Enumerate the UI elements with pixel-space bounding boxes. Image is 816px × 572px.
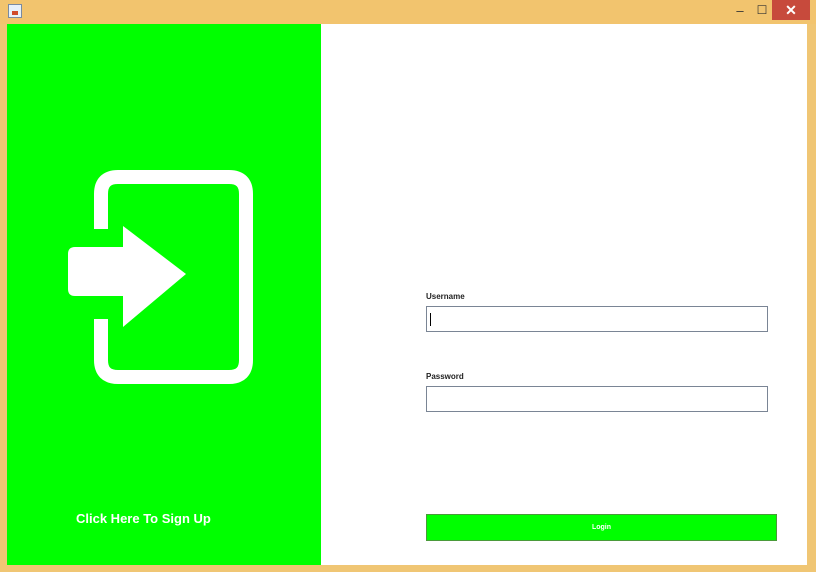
window-bottom-border	[0, 565, 816, 572]
close-button[interactable]: ✕	[772, 0, 810, 20]
signup-panel: Click Here To Sign Up	[7, 24, 321, 565]
password-label: Password	[426, 372, 464, 381]
signup-link[interactable]: Click Here To Sign Up	[76, 511, 211, 526]
title-bar: ‒ ☐ ✕	[0, 0, 816, 24]
sign-in-icon	[68, 170, 253, 384]
password-field[interactable]	[426, 386, 768, 412]
username-label: Username	[426, 292, 465, 301]
window-content: Click Here To Sign Up Username Password …	[7, 24, 807, 565]
minimize-button[interactable]: ‒	[730, 0, 750, 20]
java-app-icon	[8, 4, 22, 18]
login-button[interactable]: Login	[426, 514, 777, 541]
maximize-button[interactable]: ☐	[752, 0, 772, 20]
text-caret	[430, 313, 431, 326]
username-field[interactable]	[426, 306, 768, 332]
